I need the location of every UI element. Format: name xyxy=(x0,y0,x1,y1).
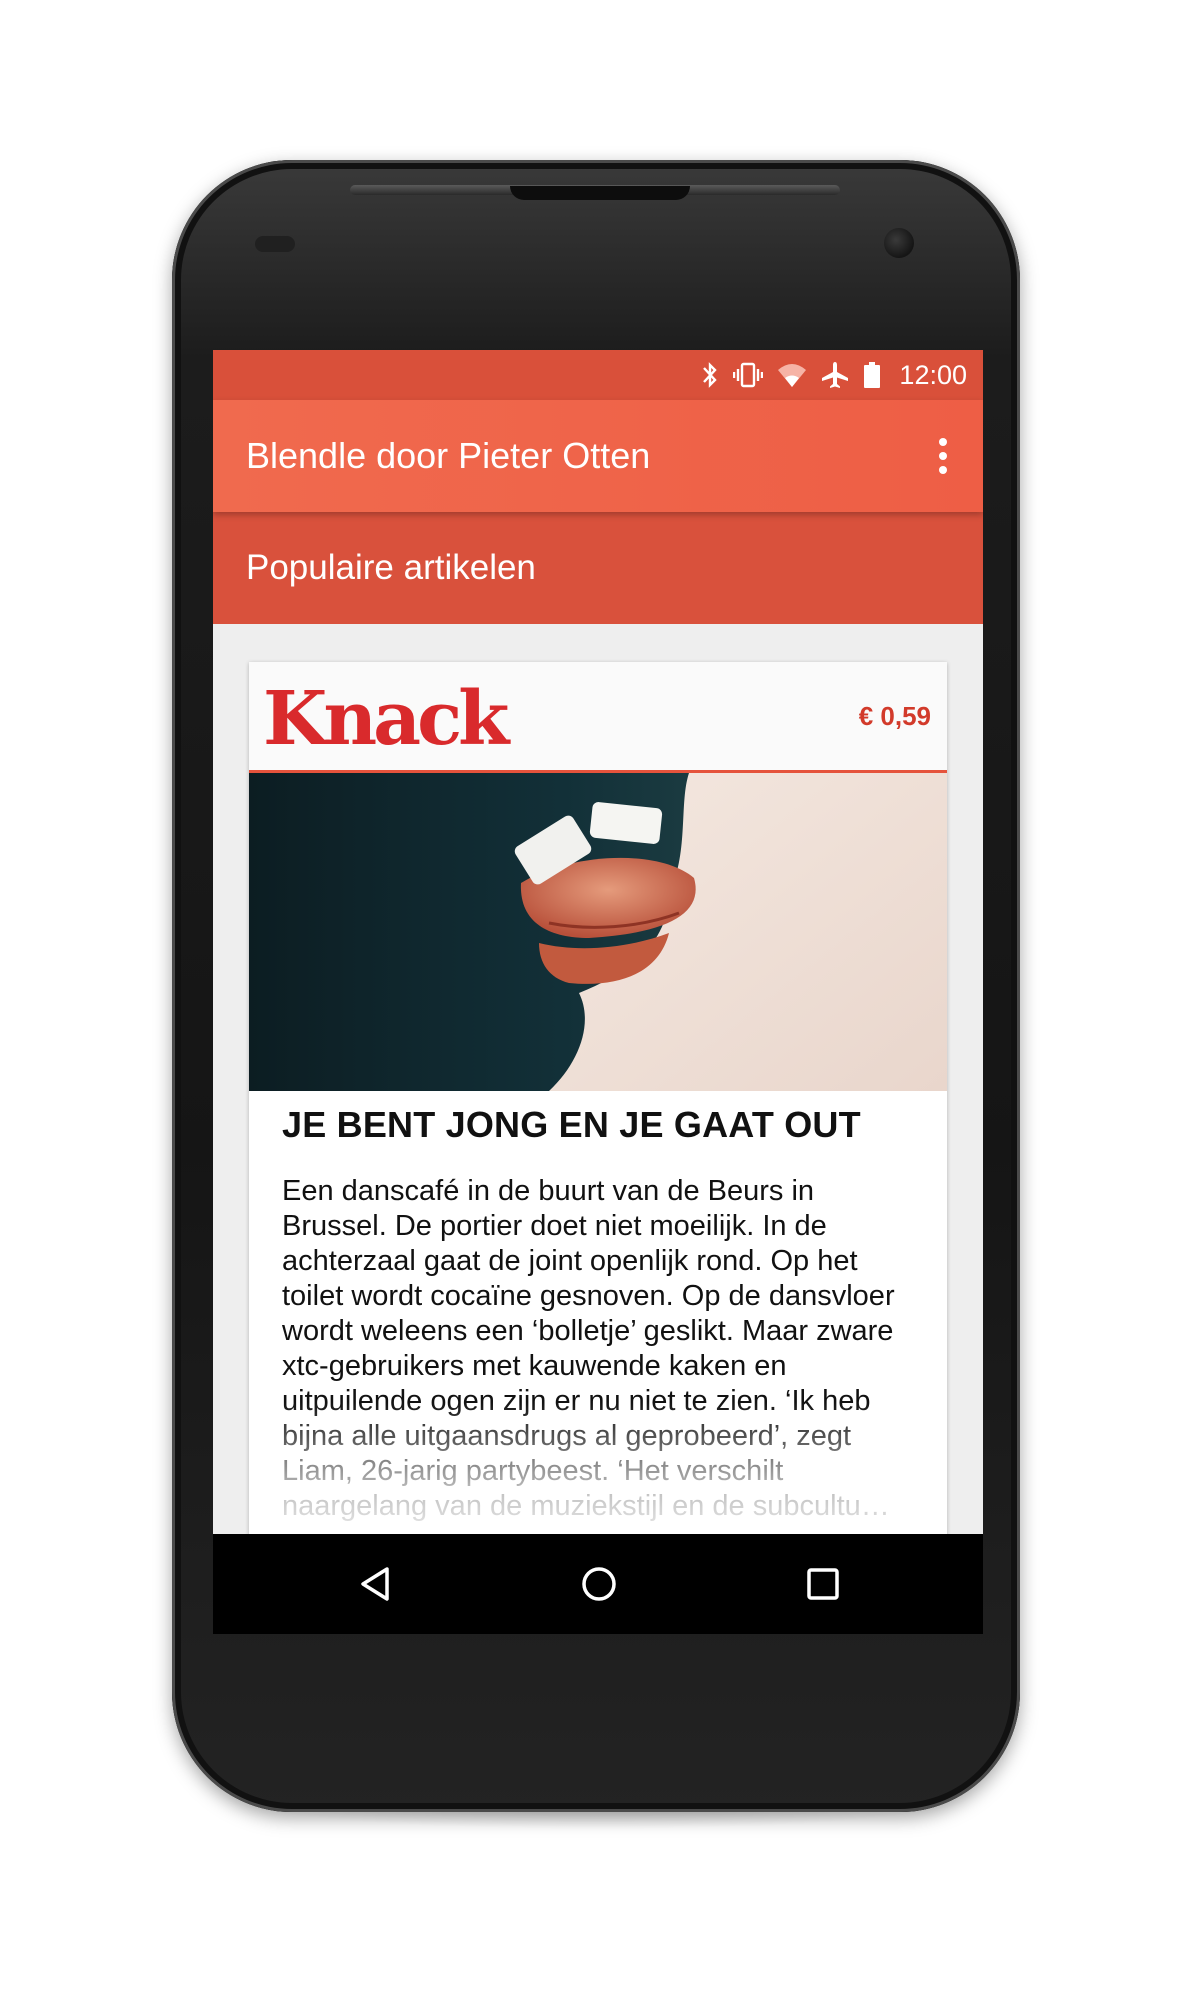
battery-icon xyxy=(863,361,881,389)
section-header: Populaire artikelen xyxy=(213,512,983,624)
app-title: Blendle door Pieter Otten xyxy=(246,435,651,476)
status-icons: 12:00 xyxy=(701,350,967,400)
section-title: Populaire artikelen xyxy=(246,548,536,587)
recents-icon[interactable] xyxy=(803,1564,843,1604)
status-time: 12:00 xyxy=(899,359,967,390)
article-hero-image xyxy=(249,773,947,1091)
bluetooth-icon xyxy=(701,361,719,389)
card-header: Knack € 0,59 xyxy=(249,662,947,773)
overflow-menu-icon[interactable] xyxy=(937,438,949,474)
back-icon[interactable] xyxy=(355,1564,395,1604)
article-price[interactable]: € 0,59 xyxy=(859,662,931,770)
excerpt-fade xyxy=(249,1402,947,1532)
navigation-bar xyxy=(213,1534,983,1634)
airplane-icon xyxy=(821,361,849,389)
earpiece-speaker xyxy=(510,186,690,200)
article-title[interactable]: JE BENT JONG EN JE GAAT OUT xyxy=(282,1104,861,1146)
status-bar: 12:00 xyxy=(213,350,983,400)
proximity-sensor xyxy=(255,236,295,252)
home-icon[interactable] xyxy=(579,1564,619,1604)
publication-logo: Knack xyxy=(263,676,509,762)
screen: 12:00 Blendle door Pieter Otten Populair… xyxy=(213,350,983,1634)
article-card[interactable]: Knack € 0,59 JE BENT JONG EN JE GAAT OUT… xyxy=(249,662,947,1634)
front-camera xyxy=(884,228,914,258)
app-bar: Blendle door Pieter Otten xyxy=(213,400,983,512)
vibrate-icon xyxy=(733,361,764,389)
wifi-icon xyxy=(777,362,807,388)
